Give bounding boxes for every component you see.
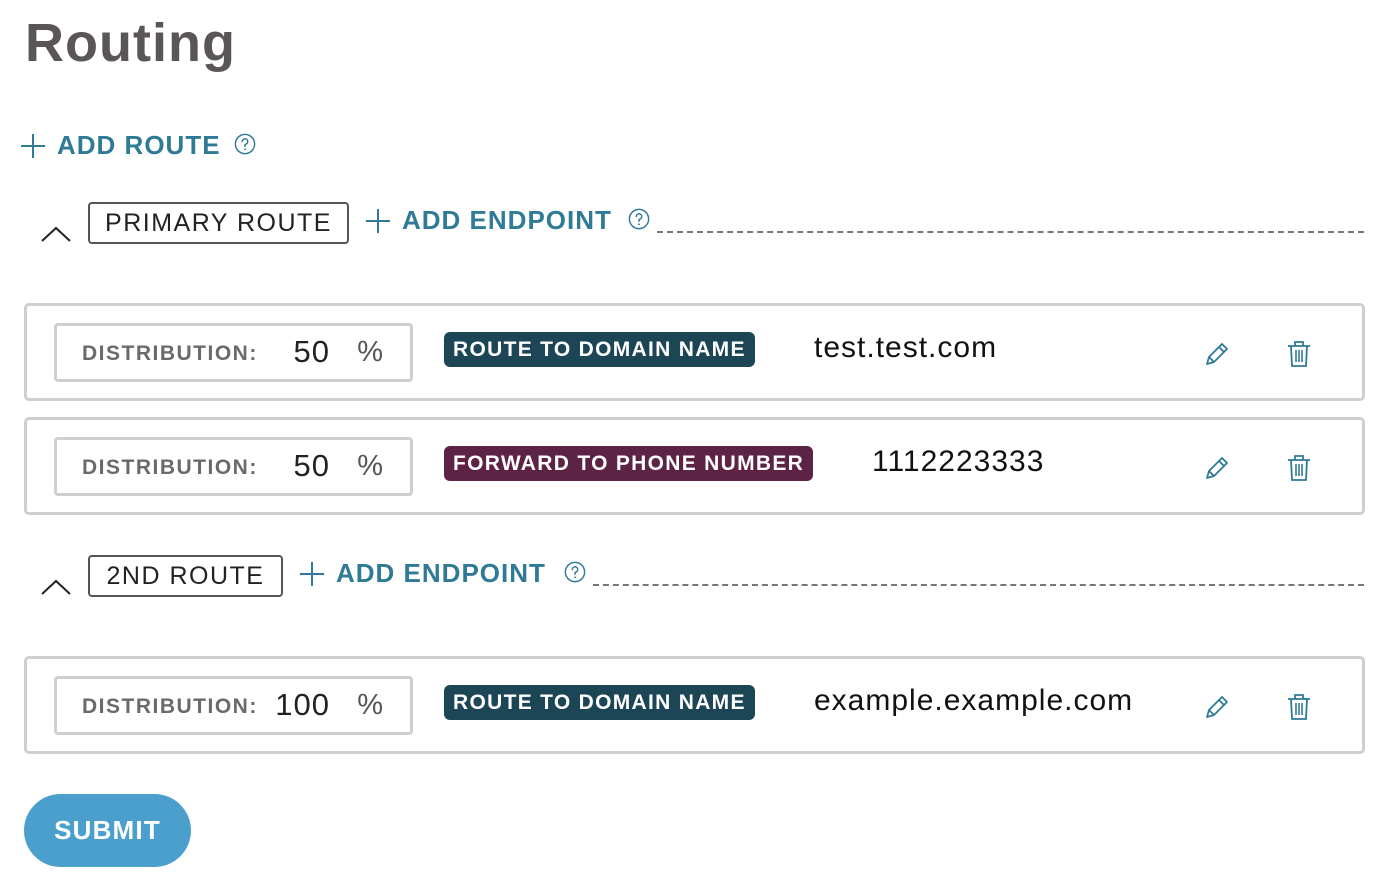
- percent-unit: %: [357, 689, 383, 721]
- distribution-label: DISTRIBUTION:: [82, 342, 258, 365]
- endpoint-type-badge: ROUTE TO DOMAIN NAME: [444, 685, 755, 720]
- trash-icon[interactable]: [1285, 692, 1313, 722]
- pencil-icon[interactable]: [1203, 453, 1231, 483]
- pencil-icon[interactable]: [1203, 692, 1231, 722]
- pencil-icon[interactable]: [1203, 339, 1231, 369]
- question-circle-icon[interactable]: [234, 133, 256, 155]
- question-circle-icon[interactable]: [564, 561, 586, 583]
- distribution-field[interactable]: DISTRIBUTION: 100 %: [54, 676, 413, 735]
- trash-icon[interactable]: [1285, 453, 1313, 483]
- submit-button[interactable]: SUBMIT: [24, 794, 191, 867]
- add-route-button[interactable]: ADD ROUTE: [19, 130, 221, 161]
- route-divider: [593, 584, 1364, 586]
- percent-unit: %: [357, 450, 383, 482]
- endpoint-value: 1112223333: [872, 445, 1045, 478]
- add-route-label: ADD ROUTE: [57, 130, 221, 160]
- add-endpoint-button[interactable]: ADD ENDPOINT: [364, 205, 612, 236]
- plus-icon: [300, 561, 324, 586]
- add-endpoint-button[interactable]: ADD ENDPOINT: [298, 558, 546, 589]
- distribution-field[interactable]: DISTRIBUTION: 50 %: [54, 323, 413, 382]
- endpoint-card: DISTRIBUTION: 50 % ROUTE TO DOMAIN NAME …: [24, 303, 1365, 401]
- distribution-value: 50: [293, 448, 330, 483]
- trash-icon[interactable]: [1285, 339, 1313, 369]
- distribution-value: 100: [275, 687, 330, 722]
- endpoint-type-badge: ROUTE TO DOMAIN NAME: [444, 332, 755, 367]
- plus-icon: [366, 208, 390, 233]
- chevron-up-icon[interactable]: [40, 224, 72, 244]
- distribution-value: 50: [293, 334, 330, 369]
- route-name-label: PRIMARY ROUTE: [105, 208, 332, 237]
- endpoint-value: test.test.com: [814, 331, 998, 364]
- endpoint-type-badge: FORWARD TO PHONE NUMBER: [444, 446, 814, 481]
- add-endpoint-label: ADD ENDPOINT: [336, 558, 546, 588]
- route-name-label: 2ND ROUTE: [106, 561, 265, 590]
- distribution-field[interactable]: DISTRIBUTION: 50 %: [54, 437, 413, 496]
- page-title: Routing: [25, 13, 236, 73]
- route-name-primary[interactable]: PRIMARY ROUTE: [88, 202, 349, 244]
- route-name-second[interactable]: 2ND ROUTE: [88, 555, 283, 597]
- add-endpoint-label: ADD ENDPOINT: [402, 205, 612, 235]
- distribution-label: DISTRIBUTION:: [82, 456, 258, 479]
- chevron-up-icon[interactable]: [40, 577, 72, 597]
- plus-icon: [21, 133, 45, 158]
- endpoint-card: DISTRIBUTION: 100 % ROUTE TO DOMAIN NAME…: [24, 656, 1365, 754]
- percent-unit: %: [357, 336, 383, 368]
- route-divider: [657, 231, 1364, 233]
- question-circle-icon[interactable]: [628, 208, 650, 230]
- distribution-label: DISTRIBUTION:: [82, 695, 258, 718]
- endpoint-card: DISTRIBUTION: 50 % FORWARD TO PHONE NUMB…: [24, 417, 1365, 515]
- endpoint-value: example.example.com: [814, 684, 1134, 717]
